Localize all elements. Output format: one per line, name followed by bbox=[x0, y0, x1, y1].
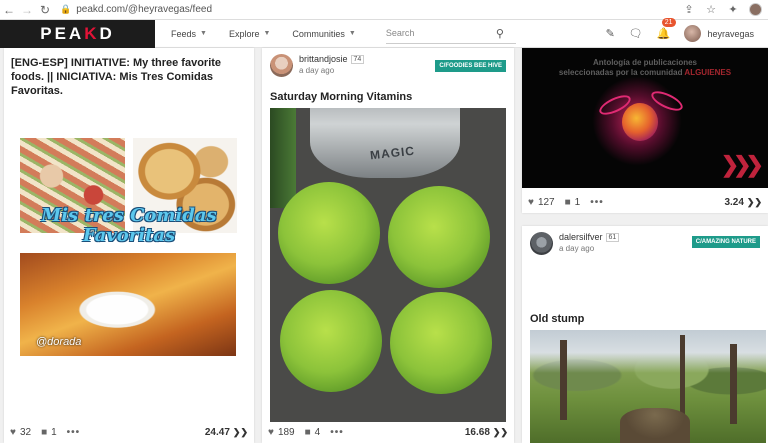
image-signature: @dorada bbox=[36, 336, 82, 348]
post-footer: ♥ 189 ■ 4 ••• 16.68 ❯❯ bbox=[262, 421, 514, 443]
search-input[interactable] bbox=[385, 28, 496, 38]
image-text-highlight: ALGUIENES bbox=[684, 68, 732, 77]
menu-explore[interactable]: Explore ▼ bbox=[229, 29, 270, 39]
feed: [ENG-ESP] INITIATIVE: My three favorite … bbox=[0, 48, 768, 443]
vote-count: 189 bbox=[277, 426, 295, 438]
post-thumbnail[interactable]: Antología de publicaciones seleccionadas… bbox=[522, 48, 768, 188]
notifications-bell-icon[interactable]: 🔔 21 bbox=[657, 18, 676, 40]
comment-icon[interactable]: ■ bbox=[565, 197, 571, 208]
username: heyravegas bbox=[707, 28, 754, 39]
search-icon[interactable]: ⚲ bbox=[496, 27, 504, 40]
app-header: PEAKD Feeds▼ Explore▼ Communities▼ ⚲ ✎ 🗨… bbox=[0, 18, 768, 48]
community-tag[interactable]: C/AMAZING NATURE bbox=[691, 236, 760, 248]
back-icon[interactable]: ← bbox=[0, 1, 18, 19]
payout[interactable]: 24.47 ❯❯ bbox=[205, 427, 248, 438]
hive-icon: ❯❯ bbox=[492, 426, 508, 437]
bookmark-star-icon[interactable]: ☆ bbox=[702, 1, 720, 19]
post-card[interactable]: [ENG-ESP] INITIATIVE: My three favorite … bbox=[4, 48, 254, 443]
search-box: ⚲ bbox=[385, 24, 516, 44]
avatar bbox=[684, 25, 702, 42]
vote-count: 127 bbox=[537, 196, 555, 208]
post-card[interactable]: dalersilfver 61 a day ago C/AMAZING NATUR… bbox=[522, 226, 768, 443]
address-bar[interactable]: 🔒 peakd.com/@heyravegas/feed bbox=[60, 4, 212, 15]
comment-icon[interactable]: ■ bbox=[41, 427, 47, 438]
heart-icon[interactable]: ♥ bbox=[268, 427, 274, 438]
extensions-icon[interactable]: ✦ bbox=[724, 1, 742, 19]
author-name[interactable]: dalersilfver bbox=[559, 232, 603, 242]
post-footer: ♥ 32 ■ 1 ••• 24.47 ❯❯ bbox=[4, 421, 254, 443]
avatar[interactable] bbox=[530, 232, 553, 255]
heart-icon[interactable]: ♥ bbox=[528, 197, 534, 208]
post-title[interactable]: Saturday Morning Vitamins bbox=[270, 90, 412, 104]
share-icon[interactable]: ⇪ bbox=[680, 1, 698, 19]
reputation-badge: 61 bbox=[605, 232, 620, 242]
notification-badge: 21 bbox=[661, 18, 676, 27]
url-text: peakd.com/@heyravegas/feed bbox=[76, 4, 213, 15]
more-options-icon[interactable]: ••• bbox=[330, 427, 344, 438]
chevron-down-icon: ▼ bbox=[263, 30, 271, 37]
arrow-logo-icon: ❯❯❯ bbox=[720, 152, 764, 177]
comment-icon[interactable]: ■ bbox=[305, 427, 311, 438]
post-time: a day ago bbox=[299, 66, 335, 75]
post-title[interactable]: Old stump bbox=[530, 312, 584, 326]
post-thumbnail[interactable] bbox=[530, 330, 766, 443]
menu-communities[interactable]: Communities ▼ bbox=[292, 29, 355, 39]
wasp-logo-icon bbox=[622, 103, 658, 141]
image-caption: Mis tres Comidas Favoritas bbox=[41, 205, 217, 246]
community-tag[interactable]: C/FOODIES BEE HIVE bbox=[435, 60, 506, 72]
comment-count: 4 bbox=[314, 426, 321, 438]
user-menu[interactable]: heyravegas bbox=[684, 25, 754, 42]
peakd-logo[interactable]: PEA K D bbox=[0, 19, 155, 48]
chevron-down-icon: ▼ bbox=[348, 30, 356, 37]
comment-count: 1 bbox=[51, 426, 57, 438]
browser-profile-avatar[interactable] bbox=[746, 1, 764, 19]
post-time: a day ago bbox=[559, 244, 595, 253]
payout[interactable]: 3.24 ❯❯ bbox=[724, 197, 762, 208]
menu-feeds[interactable]: Feeds ▼ bbox=[171, 29, 207, 39]
post-thumbnail[interactable]: MAGIC bbox=[270, 108, 506, 422]
hive-icon: ❯❯ bbox=[232, 426, 248, 437]
image-text: seleccionadas por la comunidad bbox=[558, 68, 683, 77]
chat-icon[interactable]: 🗨 bbox=[629, 27, 643, 40]
hive-icon: ❯❯ bbox=[746, 196, 762, 207]
author-name[interactable]: brittandjosie bbox=[299, 54, 348, 64]
chevron-down-icon: ▼ bbox=[200, 30, 207, 37]
post-title[interactable]: [ENG-ESP] INITIATIVE: My three favorite … bbox=[11, 56, 249, 98]
payout[interactable]: 16.68 ❯❯ bbox=[465, 427, 508, 438]
post-card[interactable]: brittandjosie 74 a day ago C/FOODIES BEE … bbox=[262, 48, 514, 443]
avatar[interactable] bbox=[270, 54, 293, 77]
main-menu: Feeds ▼ Explore ▼ Communities ▼ bbox=[171, 29, 378, 39]
post-footer: ♥ 127 ■ 1 ••• 3.24 ❯❯ bbox=[522, 191, 768, 213]
heart-icon[interactable]: ♥ bbox=[10, 427, 16, 438]
comment-count: 1 bbox=[574, 196, 581, 208]
image-text: Antología de publicaciones bbox=[592, 58, 697, 67]
forward-icon[interactable]: → bbox=[18, 1, 36, 19]
post-thumbnail[interactable]: Mis tres Comidas Favoritas @dorada bbox=[18, 138, 240, 358]
reputation-badge: 74 bbox=[350, 54, 365, 64]
pencil-icon[interactable]: ✎ bbox=[606, 27, 615, 40]
lock-icon: 🔒 bbox=[60, 4, 72, 14]
post-card[interactable]: Antología de publicaciones seleccionadas… bbox=[522, 48, 768, 213]
reload-icon[interactable]: ↻ bbox=[36, 1, 54, 19]
more-options-icon[interactable]: ••• bbox=[67, 427, 81, 438]
browser-toolbar: ← → ↻ 🔒 peakd.com/@heyravegas/feed ⇪ ☆ ✦ bbox=[0, 0, 768, 20]
more-options-icon[interactable]: ••• bbox=[590, 197, 604, 208]
vote-count: 32 bbox=[19, 426, 32, 438]
